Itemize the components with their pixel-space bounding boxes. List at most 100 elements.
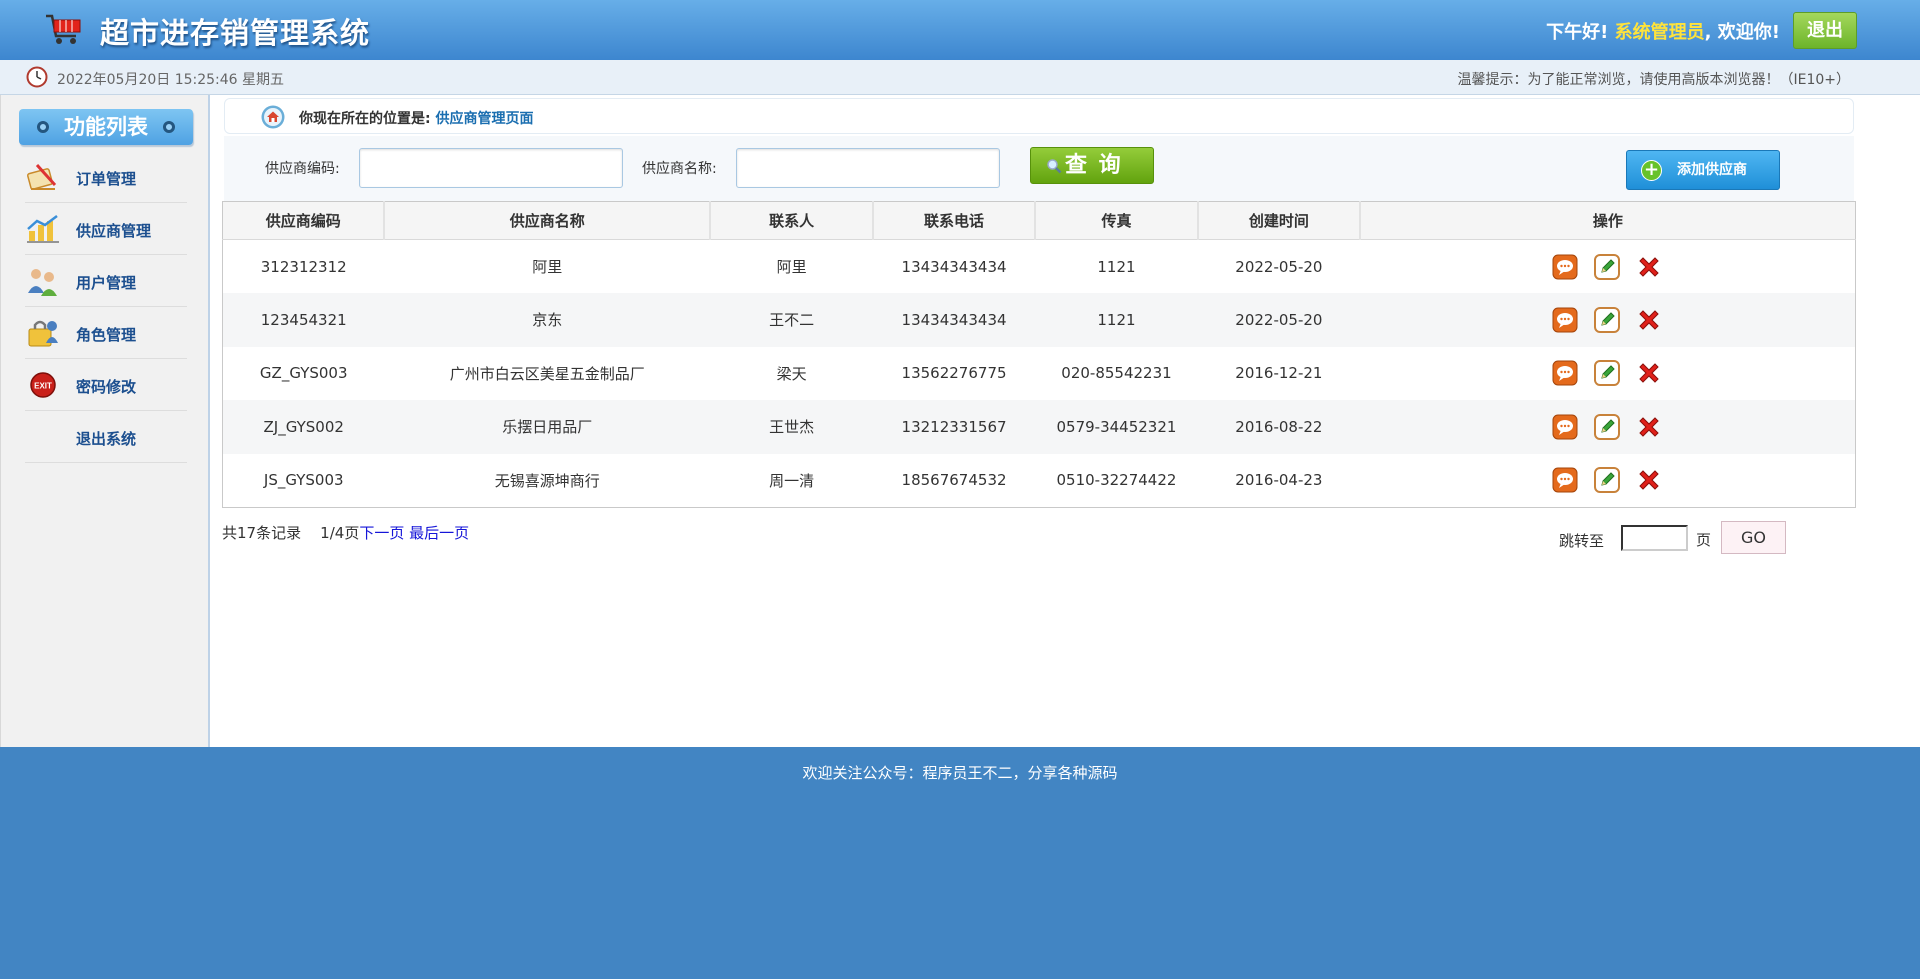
current-datetime: 2022年05月20日 15:25:46 星期五 [57, 72, 285, 88]
breadcrumb-prefix: 你现在所在的位置是: [299, 111, 431, 127]
fax-cell: 020-85542231 [1061, 364, 1172, 383]
sidebar-item-label: 角色管理 [76, 326, 137, 344]
top-header: 超市进存销管理系统 下午好! 系统管理员, 欢迎你! 退出 [0, 0, 1920, 60]
edit-icon[interactable] [1594, 360, 1621, 387]
actions-cell [1360, 347, 1856, 401]
view-icon[interactable] [1552, 414, 1578, 440]
page-info: 1/4页 [320, 524, 360, 542]
supplier-code-input[interactable] [359, 148, 623, 188]
column-header: 操作 [1359, 201, 1856, 240]
search-icon [1047, 159, 1062, 174]
last-page-link[interactable]: 最后一页 [409, 524, 469, 542]
fax-cell: 0579-34452321 [1035, 400, 1198, 454]
actions-cell [1359, 293, 1856, 347]
fax-cell: 0510-32274422 [1056, 471, 1177, 489]
role-icon [28, 320, 58, 347]
supplier-code-cell: GZ_GYS003 [259, 364, 348, 383]
sidebar-item-roles[interactable]: 角色管理 [25, 307, 187, 359]
greeting-suffix: , 欢迎你! [1704, 22, 1780, 43]
supplier-code-cell: 123454321 [222, 293, 385, 347]
actions-cell [1360, 240, 1856, 294]
sidebar-menu: 订单管理 供应商管理 用户管理 角色管理 EXIT 密码修改 退出系统 [25, 151, 187, 463]
created-date-cell: 2016-04-23 [1235, 471, 1323, 489]
sidebar-item-label: 订单管理 [76, 170, 137, 188]
username: 系统管理员 [1614, 22, 1705, 43]
contact-cell: 梁天 [776, 364, 807, 383]
query-button[interactable]: 查 询 [1030, 147, 1154, 184]
logout-button[interactable]: 退出 [1793, 12, 1857, 49]
view-icon[interactable] [1552, 467, 1578, 493]
next-page-link[interactable]: 下一页 [359, 524, 404, 542]
browser-tip: 温馨提示：为了能正常浏览，请使用高版本浏览器！（IE10+） [1457, 72, 1850, 88]
column-header: 传真 [1035, 201, 1199, 240]
function-list-label: 功能列表 [64, 115, 148, 139]
record-count: 共17条记录 [222, 524, 302, 542]
supplier-table: 供应商编码 供应商名称 联系人 联系电话 传真 创建时间 操作 31231231… [222, 201, 1856, 508]
sidebar-item-users[interactable]: 用户管理 [25, 255, 187, 307]
delete-icon[interactable] [1636, 414, 1662, 440]
supplier-code-cell: ZJ_GYS002 [222, 400, 385, 454]
function-list-title: 功能列表 [19, 109, 193, 145]
delete-icon[interactable] [1636, 254, 1662, 280]
view-icon[interactable] [1552, 307, 1578, 333]
info-bar: 2022年05月20日 15:25:46 星期五 温馨提示：为了能正常浏览，请使… [0, 60, 1920, 95]
fax-cell: 1121 [1097, 257, 1136, 276]
sidebar-item-suppliers[interactable]: 供应商管理 [25, 203, 187, 255]
column-header: 联系人 [710, 201, 875, 240]
supplier-name-cell: 乐摆日用品厂 [384, 400, 711, 454]
svg-text:EXIT: EXIT [34, 382, 52, 391]
table-row: 312312312 阿里 阿里 13434343434 1121 2022-05-20 [223, 240, 1856, 294]
edit-icon[interactable] [1594, 306, 1621, 333]
exit-icon: EXIT [30, 372, 56, 398]
actions-cell [1360, 454, 1856, 508]
sidebar: 功能列表 订单管理 供应商管理 用户管理 角色管理 EXIT 密码修改 退出系统 [0, 95, 210, 747]
supplier-icon [27, 215, 59, 243]
search-bar: 供应商编码: 供应商名称: 查 询 + 添加供应商 [224, 136, 1854, 202]
jump-label: 跳转至 [1559, 532, 1605, 550]
greeting: 下午好! 系统管理员, 欢迎你! [1546, 18, 1780, 44]
table-row: 123454321 京东 王不二 13434343434 1121 2022-05-20 [222, 293, 1856, 347]
edit-icon[interactable] [1594, 467, 1621, 493]
go-button[interactable]: GO [1721, 521, 1786, 554]
created-date-cell: 2022-05-20 [1197, 293, 1360, 347]
edit-icon[interactable] [1594, 253, 1621, 280]
view-icon[interactable] [1552, 254, 1578, 280]
breadcrumb-current[interactable]: 供应商管理页面 [435, 111, 533, 127]
created-date-cell: 2022-05-20 [1235, 257, 1323, 276]
actions-cell [1359, 400, 1856, 454]
created-date-cell: 2016-12-21 [1235, 364, 1323, 383]
column-header: 联系电话 [873, 201, 1037, 240]
bullet-icon [37, 121, 49, 133]
supplier-name-cell: 广州市白云区美星五金制品厂 [449, 364, 645, 383]
column-header: 创建时间 [1197, 201, 1361, 240]
supplier-name-label: 供应商名称: [642, 161, 717, 177]
edit-icon[interactable] [1594, 413, 1621, 440]
breadcrumb: 你现在所在的位置是: 供应商管理页面 [224, 98, 1854, 134]
table-row: ZJ_GYS002 乐摆日用品厂 王世杰 13212331567 0579-344523… [222, 400, 1856, 454]
pagination: 共17条记录 1/4页下一页 最后一页 [222, 522, 469, 543]
table-row: JS_GYS003 无锡喜源坤商行 周一清 18567674532 0510-32274… [223, 454, 1856, 508]
supplier-name-cell: 京东 [384, 293, 711, 347]
supplier-code-cell: JS_GYS003 [263, 471, 344, 489]
bullet-icon [163, 121, 175, 133]
sidebar-item-orders[interactable]: 订单管理 [25, 151, 187, 203]
delete-icon[interactable] [1636, 307, 1662, 333]
sidebar-item-label: 密码修改 [76, 378, 137, 396]
sidebar-item-password[interactable]: EXIT 密码修改 [25, 359, 187, 411]
phone-cell: 13212331567 [873, 400, 1036, 454]
contact-cell: 王不二 [710, 293, 874, 347]
add-supplier-button[interactable]: + 添加供应商 [1626, 150, 1780, 190]
supplier-name-input[interactable] [736, 148, 1000, 188]
view-icon[interactable] [1552, 360, 1578, 386]
sidebar-item-label: 用户管理 [76, 274, 137, 292]
supplier-name-cell: 无锡喜源坤商行 [494, 471, 600, 490]
page-jump-input[interactable] [1621, 525, 1688, 551]
delete-icon[interactable] [1636, 467, 1662, 493]
delete-icon[interactable] [1636, 360, 1662, 386]
sidebar-item-logout[interactable]: 退出系统 [25, 411, 187, 463]
supplier-code-cell: 312312312 [260, 257, 347, 276]
fax-cell: 1121 [1035, 293, 1198, 347]
column-header: 供应商名称 [384, 201, 712, 240]
plus-icon: + [1641, 160, 1662, 181]
footer-text: 欢迎关注公众号：程序员王不二，分享各种源码 [802, 764, 1118, 782]
